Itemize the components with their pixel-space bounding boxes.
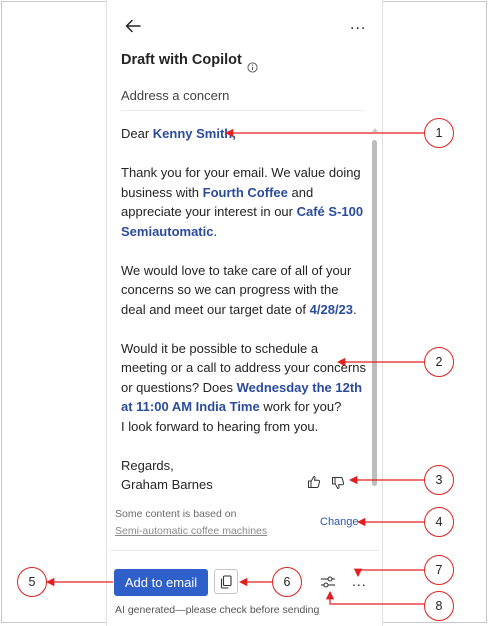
footer-divider (110, 550, 380, 551)
source-label: Some content is based on (115, 508, 237, 520)
divider (121, 110, 366, 111)
callout-6: 6 (272, 567, 302, 597)
callout-7: 7 (424, 555, 454, 585)
draft-subtitle: Address a concern (121, 88, 230, 103)
target-date: 4/28/23 (309, 301, 354, 317)
callout-2: 2 (424, 347, 454, 377)
thumbs-up-icon[interactable] (307, 475, 321, 489)
ai-disclaimer: AI generated—please check before sending (115, 604, 320, 616)
greeting-line: Dear Kenny Smith, (121, 124, 366, 144)
add-to-email-button[interactable]: Add to email (114, 569, 208, 596)
callout-1: 1 (424, 118, 454, 148)
source-link[interactable]: Semi-automatic coffee machines (115, 525, 267, 537)
p2-text-b: . (353, 301, 357, 317)
p1-text-c: . (213, 223, 218, 239)
email-draft-body: Dear Kenny Smith, Thank you for your ema… (121, 124, 366, 495)
p3-text-b: work for you? (259, 399, 342, 414)
recipient-name: Kenny Smith (152, 126, 233, 141)
tune-icon[interactable] (320, 574, 336, 590)
p3-text-c: I look forward to hearing from you. (121, 418, 319, 434)
thumbs-down-icon[interactable] (331, 476, 345, 490)
change-source-link[interactable]: Change (320, 516, 359, 528)
more-options-bottom-button[interactable]: ... (352, 573, 367, 589)
callout-8: 8 (424, 591, 454, 621)
info-icon[interactable] (247, 62, 258, 73)
paragraph-2: We would love to take care of all of you… (121, 261, 366, 320)
company-name: Fourth Coffee (202, 184, 288, 200)
scroll-up-arrow[interactable] (372, 128, 378, 132)
back-arrow-icon[interactable] (124, 17, 142, 35)
closing: Regards, (121, 457, 174, 473)
paragraph-3: Would it be possible to schedule a meeti… (121, 339, 366, 437)
copy-icon (220, 575, 232, 589)
paragraph-1: Thank you for your email. We value doing… (121, 163, 366, 241)
callout-4: 4 (424, 507, 454, 537)
greeting-comma: , (232, 126, 236, 141)
signature: Graham Barnes (121, 477, 213, 492)
callout-5: 5 (17, 567, 47, 597)
panel-title: Draft with Copilot (121, 52, 242, 68)
callout-3: 3 (424, 465, 454, 495)
more-options-button[interactable]: ... (350, 16, 366, 34)
copy-button[interactable] (214, 569, 238, 594)
scrollbar-thumb[interactable] (372, 140, 377, 486)
greeting-text: Dear (121, 126, 153, 141)
